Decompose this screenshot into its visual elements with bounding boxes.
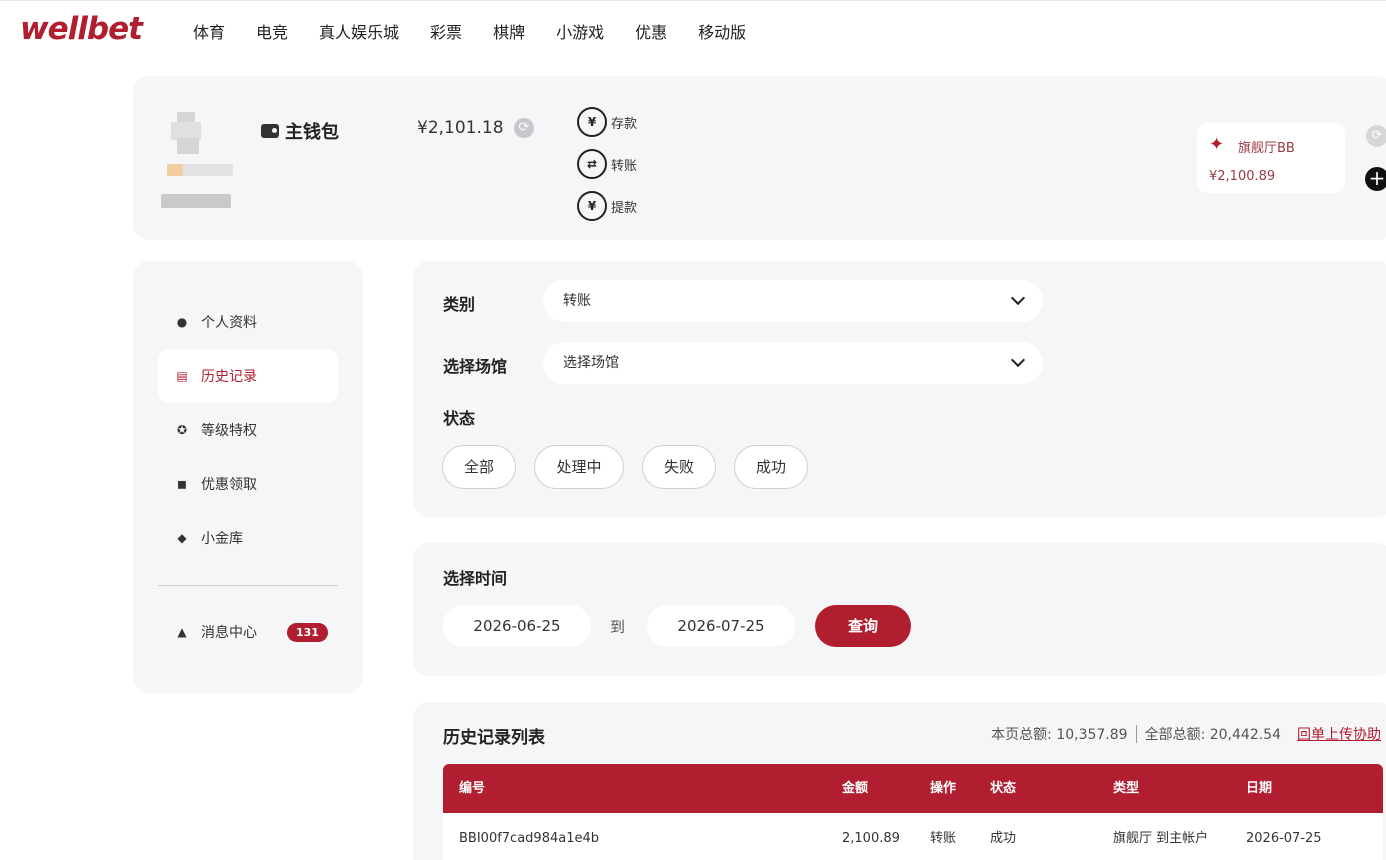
sidebar-item-profile[interactable]: ● 个人资料 <box>158 295 338 349</box>
main-nav: 体育 电竞 真人娱乐城 彩票 棋牌 小游戏 优惠 移动版 <box>193 19 777 43</box>
chevron-down-icon <box>1010 290 1026 306</box>
main-wallet-label: 主钱包 <box>285 122 339 143</box>
category-select[interactable]: 转账 <box>543 280 1043 322</box>
user-level-badge <box>167 164 183 176</box>
wallet-card: 主钱包 ¥2,101.18 ⟳ ¥ 存款 ⇄ 转账 ¥ 提款 ✦ 旗舰厅BB ¥… <box>133 76 1386 240</box>
date-range-panel: 选择时间 2026-06-25 到 2026-07-25 查询 <box>413 543 1386 676</box>
table-row[interactable]: BBI00f7cad984a1e4b 2,100.89 转账 成功 旗舰厅 到主… <box>443 813 1383 860</box>
filter-panel: 类别 转账 选择场馆 选择场馆 状态 全部 处理中 失败 成功 <box>413 261 1386 517</box>
column-header-status[interactable]: 状态 <box>990 764 1016 813</box>
venue-name: 旗舰厅BB <box>1238 141 1295 156</box>
sidebar-item-vault[interactable]: ◆ 小金库 <box>158 511 338 565</box>
page-total: 本页总额: 10,357.89 <box>991 727 1128 743</box>
sidebar-divider <box>158 585 338 586</box>
chevron-down-icon <box>1010 352 1026 368</box>
start-date-input[interactable]: 2026-06-25 <box>443 605 591 647</box>
history-title: 历史记录列表 <box>443 728 545 748</box>
query-button[interactable]: 查询 <box>815 605 911 647</box>
column-header-date[interactable]: 日期 <box>1246 764 1272 813</box>
venue-label: 选择场馆 <box>443 357 508 376</box>
cell-type: 旗舰厅 到主帐户 <box>1113 831 1209 846</box>
sidebar-item-messages[interactable]: ▲ 消息中心 131 <box>158 605 338 659</box>
cell-date: 2026-07-25 <box>1246 831 1322 846</box>
sidebar-item-promotions[interactable]: ◼ 优惠领取 <box>158 457 338 511</box>
nav-item-promotions[interactable]: 优惠 <box>635 19 667 43</box>
table-header: 编号 金额 操作 状态 类型 日期 <box>443 764 1383 813</box>
to-label: 到 <box>610 618 626 636</box>
medal-icon: ✪ <box>176 423 188 437</box>
deposit-button[interactable]: ¥ 存款 <box>577 106 637 138</box>
bell-icon: ▲ <box>177 625 187 639</box>
status-chip-processing[interactable]: 处理中 <box>534 445 624 489</box>
main-wallet-balance: ¥2,101.18 <box>417 118 504 138</box>
avatar-pixel <box>177 138 199 154</box>
add-icon[interactable]: + <box>1365 167 1386 191</box>
wellbet-logo[interactable]: wellbet <box>20 11 143 47</box>
user-icon: ● <box>176 315 188 329</box>
venue-balance: ¥2,100.89 <box>1209 169 1276 184</box>
deposit-icon: ¥ <box>577 107 607 137</box>
nav-item-sports[interactable]: 体育 <box>193 19 225 43</box>
withdraw-button[interactable]: ¥ 提款 <box>577 190 637 222</box>
status-chip-all[interactable]: 全部 <box>442 445 516 489</box>
cell-action: 转账 <box>930 831 957 846</box>
cell-id: BBI00f7cad984a1e4b <box>459 831 599 846</box>
receipt-upload-help-link[interactable]: 回单上传协助 <box>1297 724 1381 744</box>
column-header-action[interactable]: 操作 <box>930 764 956 813</box>
account-sidebar: ● 个人资料 ▤ 历史记录 ✪ 等级特权 ◼ 优惠领取 ◆ 小金库 ▲ 消息中心… <box>133 261 363 693</box>
top-navigation-bar: wellbet 体育 电竞 真人娱乐城 彩票 棋牌 小游戏 优惠 移动版 <box>0 0 1386 60</box>
eagle-logo-icon: ✦ <box>1209 134 1225 155</box>
main-wallet-title: 主钱包 <box>261 118 339 144</box>
nav-item-live-casino[interactable]: 真人娱乐城 <box>319 19 399 43</box>
date-range-label: 选择时间 <box>443 569 508 588</box>
category-label: 类别 <box>443 295 476 314</box>
status-label: 状态 <box>443 409 476 428</box>
cell-amount: 2,100.89 <box>842 831 900 846</box>
history-panel: 历史记录列表 本页总额: 10,357.89 全部总额: 20,442.54 回… <box>413 702 1386 860</box>
sidebar-item-vip[interactable]: ✪ 等级特权 <box>158 403 338 457</box>
cell-status: 成功 <box>990 831 1017 846</box>
document-icon: ▤ <box>176 369 188 383</box>
wallet-actions: ¥ 存款 ⇄ 转账 ¥ 提款 <box>577 106 637 232</box>
column-header-amount[interactable]: 金额 <box>842 764 868 813</box>
nav-item-mobile[interactable]: 移动版 <box>698 19 746 43</box>
diamond-icon: ◆ <box>177 531 187 545</box>
transfer-button[interactable]: ⇄ 转账 <box>577 148 637 180</box>
end-date-input[interactable]: 2026-07-25 <box>647 605 795 647</box>
nav-item-chess[interactable]: 棋牌 <box>493 19 525 43</box>
refresh-icon[interactable]: ⟳ <box>514 118 534 138</box>
gift-icon: ◼ <box>177 477 187 491</box>
nav-item-lottery[interactable]: 彩票 <box>430 19 462 43</box>
totals-divider <box>1135 725 1137 743</box>
venue-refresh-icon[interactable]: ⟳ <box>1366 125 1386 147</box>
nav-item-mini-games[interactable]: 小游戏 <box>556 19 604 43</box>
wallet-icon <box>261 124 279 138</box>
withdraw-icon: ¥ <box>577 191 607 221</box>
venue-select[interactable]: 选择场馆 <box>543 342 1043 384</box>
all-total: 全部总额: 20,442.54 <box>1144 727 1281 743</box>
totals-summary: 本页总额: 10,357.89 全部总额: 20,442.54 回单上传协助 <box>991 724 1381 744</box>
venue-wallet-card[interactable]: ✦ 旗舰厅BB ¥2,100.89 <box>1197 123 1345 193</box>
unread-count-badge: 131 <box>287 622 328 642</box>
nav-item-esports[interactable]: 电竞 <box>256 19 288 43</box>
avatar <box>163 112 209 168</box>
column-header-id[interactable]: 编号 <box>459 764 485 813</box>
status-chip-success[interactable]: 成功 <box>734 445 808 489</box>
transfer-icon: ⇄ <box>577 149 607 179</box>
username-blurred <box>161 194 231 208</box>
column-header-type[interactable]: 类型 <box>1113 764 1139 813</box>
status-chip-failed[interactable]: 失败 <box>642 445 716 489</box>
sidebar-item-history[interactable]: ▤ 历史记录 <box>158 349 338 403</box>
